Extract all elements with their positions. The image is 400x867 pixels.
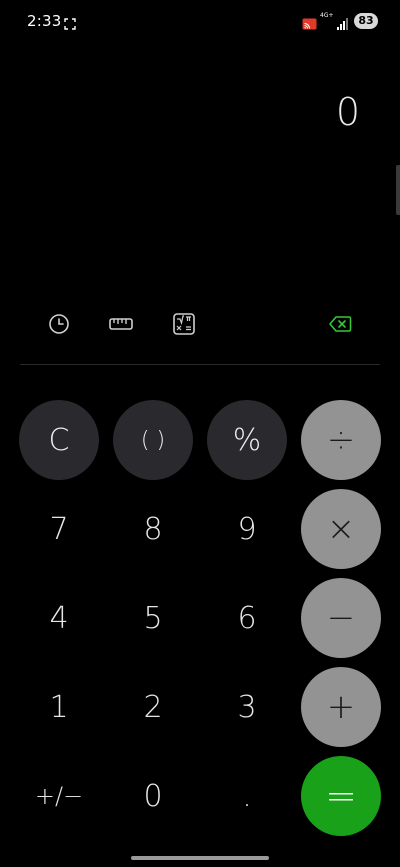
equals-button[interactable]: = [301, 756, 381, 836]
digit-5-button[interactable]: 5 [113, 578, 193, 658]
add-button[interactable]: + [301, 667, 381, 747]
digit-9-button[interactable]: 9 [207, 489, 287, 569]
digit-4-button[interactable]: 4 [19, 578, 99, 658]
home-indicator[interactable] [131, 856, 269, 860]
decimal-point-button[interactable]: . [207, 756, 287, 836]
clear-button[interactable]: C [19, 400, 99, 480]
digit-3-button[interactable]: 3 [207, 667, 287, 747]
sign-toggle-button[interactable]: +/− [19, 756, 99, 836]
digit-1-button[interactable]: 1 [19, 667, 99, 747]
digit-6-button[interactable]: 6 [207, 578, 287, 658]
digit-0-button[interactable]: 0 [113, 756, 193, 836]
keypad: C ( ) % ÷ 7 8 9 × 4 5 6 − 1 2 3 + +/− 0 … [0, 0, 400, 867]
digit-7-button[interactable]: 7 [19, 489, 99, 569]
subtract-button[interactable]: − [301, 578, 381, 658]
divide-button[interactable]: ÷ [301, 400, 381, 480]
digit-2-button[interactable]: 2 [113, 667, 193, 747]
parentheses-button[interactable]: ( ) [113, 400, 193, 480]
multiply-button[interactable]: × [301, 489, 381, 569]
percent-button[interactable]: % [207, 400, 287, 480]
digit-8-button[interactable]: 8 [113, 489, 193, 569]
